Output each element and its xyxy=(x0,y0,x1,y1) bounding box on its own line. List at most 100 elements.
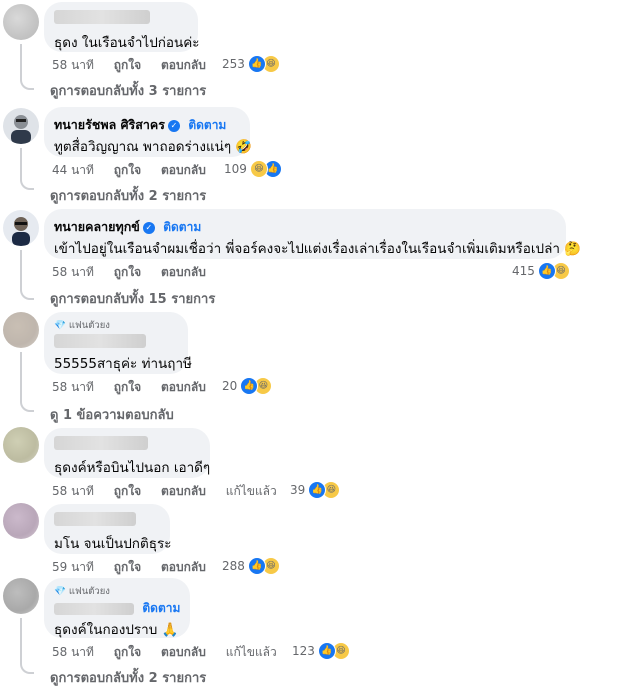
comment-bubble: ธุดงค์หรือบินไปนอก เอาดีๆ xyxy=(44,428,210,478)
thread-connector xyxy=(20,286,34,300)
reaction-summary[interactable]: 253 👍 😆 xyxy=(222,55,280,73)
like-button[interactable]: ถูกใจ xyxy=(114,380,141,394)
thread-line xyxy=(20,44,22,76)
comment-time[interactable]: 58 นาที xyxy=(52,58,94,72)
like-reaction-icon: 👍 xyxy=(247,557,266,575)
comment-bubble: 💎 แฟนตัวยง 55555สาธุค่ะ ท่านฤาษี xyxy=(44,312,192,374)
reply-button[interactable]: ตอบกลับ xyxy=(161,163,206,177)
author-name[interactable]: ทนายรัชพล ศิริสาคร xyxy=(54,117,165,132)
verified-badge-icon: ✓ xyxy=(167,119,180,132)
thread-line xyxy=(20,618,22,660)
reaction-count: 123 xyxy=(292,644,315,658)
author-name-row: ติดตาม xyxy=(54,599,180,618)
like-reaction-icon: 👍 xyxy=(317,642,336,660)
comment-time[interactable]: 44 นาที xyxy=(52,163,94,177)
view-replies-link[interactable]: ดูการตอบกลับทั้ง 2 รายการ xyxy=(50,185,206,206)
view-replies-link[interactable]: ดูการตอบกลับทั้ง 2 รายการ xyxy=(50,667,206,688)
like-button[interactable]: ถูกใจ xyxy=(114,265,141,279)
comment-text: ทูตสื่อวิญญาณ พาถอดร่างแน่ๆ 🤣 xyxy=(54,139,253,155)
top-fan-badge: 💎 แฟนตัวยง xyxy=(54,320,110,331)
avatar[interactable] xyxy=(3,108,39,144)
reaction-count: 39 xyxy=(290,483,306,497)
view-replies-link[interactable]: ดูการตอบกลับทั้ง 15 รายการ xyxy=(50,288,215,309)
reaction-count: 288 xyxy=(222,559,245,573)
comment-bubble: 💎 แฟนตัวยง ติดตาม ธุดงค์ในกองปราบ 🙏 xyxy=(44,578,190,638)
reaction-count: 109 xyxy=(224,162,247,176)
reply-button[interactable]: ตอบกลับ xyxy=(161,58,206,72)
blurred-author-name[interactable] xyxy=(54,512,136,526)
comment-bubble: มโน จนเป็นปกติธุระ xyxy=(44,504,171,554)
avatar[interactable] xyxy=(3,503,39,539)
thread-line xyxy=(20,148,22,176)
comment-text: ธุดงค์ในกองปราบ 🙏 xyxy=(54,622,179,638)
comment-actions: 58 นาที ถูกใจ ตอบกลับ xyxy=(52,56,222,75)
comment-time[interactable]: 59 นาที xyxy=(52,560,94,574)
reply-button[interactable]: ตอบกลับ xyxy=(161,380,206,394)
comment-text: 55555สาธุค่ะ ท่านฤาษี xyxy=(54,356,192,372)
top-fan-label: แฟนตัวยง xyxy=(68,586,110,597)
top-fan-badge: 💎 แฟนตัวยง xyxy=(54,586,110,597)
reaction-summary[interactable]: 288 👍 😆 xyxy=(222,557,280,575)
comment-time[interactable]: 58 นาที xyxy=(52,484,94,498)
view-replies-link[interactable]: ดูการตอบกลับทั้ง 3 รายการ xyxy=(50,80,206,101)
comment-time[interactable]: 58 นาที xyxy=(52,380,94,394)
avatar[interactable] xyxy=(3,427,39,463)
comment-text: ธุดง ในเรือนจำไปก่อนค่ะ xyxy=(54,35,200,51)
reaction-summary[interactable]: 123 👍 😆 xyxy=(292,642,350,660)
avatar[interactable] xyxy=(3,312,39,348)
avatar[interactable] xyxy=(3,578,39,614)
thread-connector xyxy=(20,176,34,190)
reaction-count: 415 xyxy=(512,264,535,278)
like-reaction-icon: 👍 xyxy=(247,55,266,73)
reaction-summary[interactable]: 20 👍 😆 xyxy=(222,377,273,395)
comment-time[interactable]: 58 นาที xyxy=(52,645,94,659)
author-name-row: ทนายรัชพล ศิริสาคร ✓ ติดตาม xyxy=(54,115,226,135)
edited-label: แก้ไขแล้ว xyxy=(225,645,277,659)
author-name-row: ทนายคลายทุกข์ ✓ ติดตาม xyxy=(54,217,201,237)
reply-button[interactable]: ตอบกลับ xyxy=(161,484,206,498)
like-button[interactable]: ถูกใจ xyxy=(114,163,141,177)
reaction-summary[interactable]: 109 😆 👍 xyxy=(224,160,282,178)
like-button[interactable]: ถูกใจ xyxy=(114,58,141,72)
comment-actions: 58 นาที ถูกใจ ตอบกลับ xyxy=(52,378,222,397)
reply-button[interactable]: ตอบกลับ xyxy=(161,645,206,659)
avatar[interactable] xyxy=(3,210,39,246)
like-button[interactable]: ถูกใจ xyxy=(114,645,141,659)
edited-label: แก้ไขแล้ว xyxy=(225,484,277,498)
thread-connector xyxy=(20,398,34,412)
comment-actions: 58 นาที ถูกใจ ตอบกลับ แก้ไขแล้ว xyxy=(52,482,293,501)
author-name[interactable]: ทนายคลายทุกข์ xyxy=(54,219,140,234)
follow-link[interactable]: ติดตาม xyxy=(163,220,201,234)
blurred-author-name[interactable] xyxy=(54,436,148,450)
reply-button[interactable]: ตอบกลับ xyxy=(161,560,206,574)
comment-time[interactable]: 58 นาที xyxy=(52,265,94,279)
comment-text: ธุดงค์หรือบินไปนอก เอาดีๆ xyxy=(54,460,211,476)
blurred-author-name[interactable] xyxy=(54,602,134,615)
like-reaction-icon: 👍 xyxy=(537,262,556,280)
thread-line xyxy=(20,352,22,398)
like-button[interactable]: ถูกใจ xyxy=(114,560,141,574)
haha-reaction-icon: 😆 xyxy=(249,160,268,178)
blurred-author-name[interactable] xyxy=(54,10,150,24)
like-button[interactable]: ถูกใจ xyxy=(114,484,141,498)
reaction-summary[interactable]: 39 👍 😆 xyxy=(290,481,341,499)
avatar[interactable] xyxy=(3,4,39,40)
follow-link[interactable]: ติดตาม xyxy=(188,118,226,132)
reaction-summary[interactable]: 415 👍 😆 xyxy=(512,262,570,280)
thread-line xyxy=(20,250,22,286)
comment-text: เข้าไปอยู่ในเรือนจำผมเชื่อว่า พี่จอร์คงจ… xyxy=(54,241,582,257)
blurred-author-name[interactable] xyxy=(54,334,146,348)
reply-button[interactable]: ตอบกลับ xyxy=(161,265,206,279)
thread-connector xyxy=(20,76,34,90)
comment-actions: 58 นาที ถูกใจ ตอบกลับ แก้ไขแล้ว xyxy=(52,643,293,662)
thread-connector xyxy=(20,660,34,674)
comment-bubble: ทนายคลายทุกข์ ✓ ติดตาม เข้าไปอยู่ในเรือนจ… xyxy=(44,209,581,259)
comment-actions: 59 นาที ถูกใจ ตอบกลับ xyxy=(52,558,222,577)
comment-actions: 44 นาที ถูกใจ ตอบกลับ xyxy=(52,161,222,180)
follow-link[interactable]: ติดตาม xyxy=(142,601,180,615)
comment-actions: 58 นาที ถูกใจ ตอบกลับ xyxy=(52,263,222,282)
comment-bubble: ธุดง ในเรือนจำไปก่อนค่ะ xyxy=(44,2,200,52)
verified-badge-icon: ✓ xyxy=(142,221,155,234)
top-fan-label: แฟนตัวยง xyxy=(68,320,110,331)
view-replies-link[interactable]: ดู 1 ข้อความตอบกลับ xyxy=(50,404,174,425)
